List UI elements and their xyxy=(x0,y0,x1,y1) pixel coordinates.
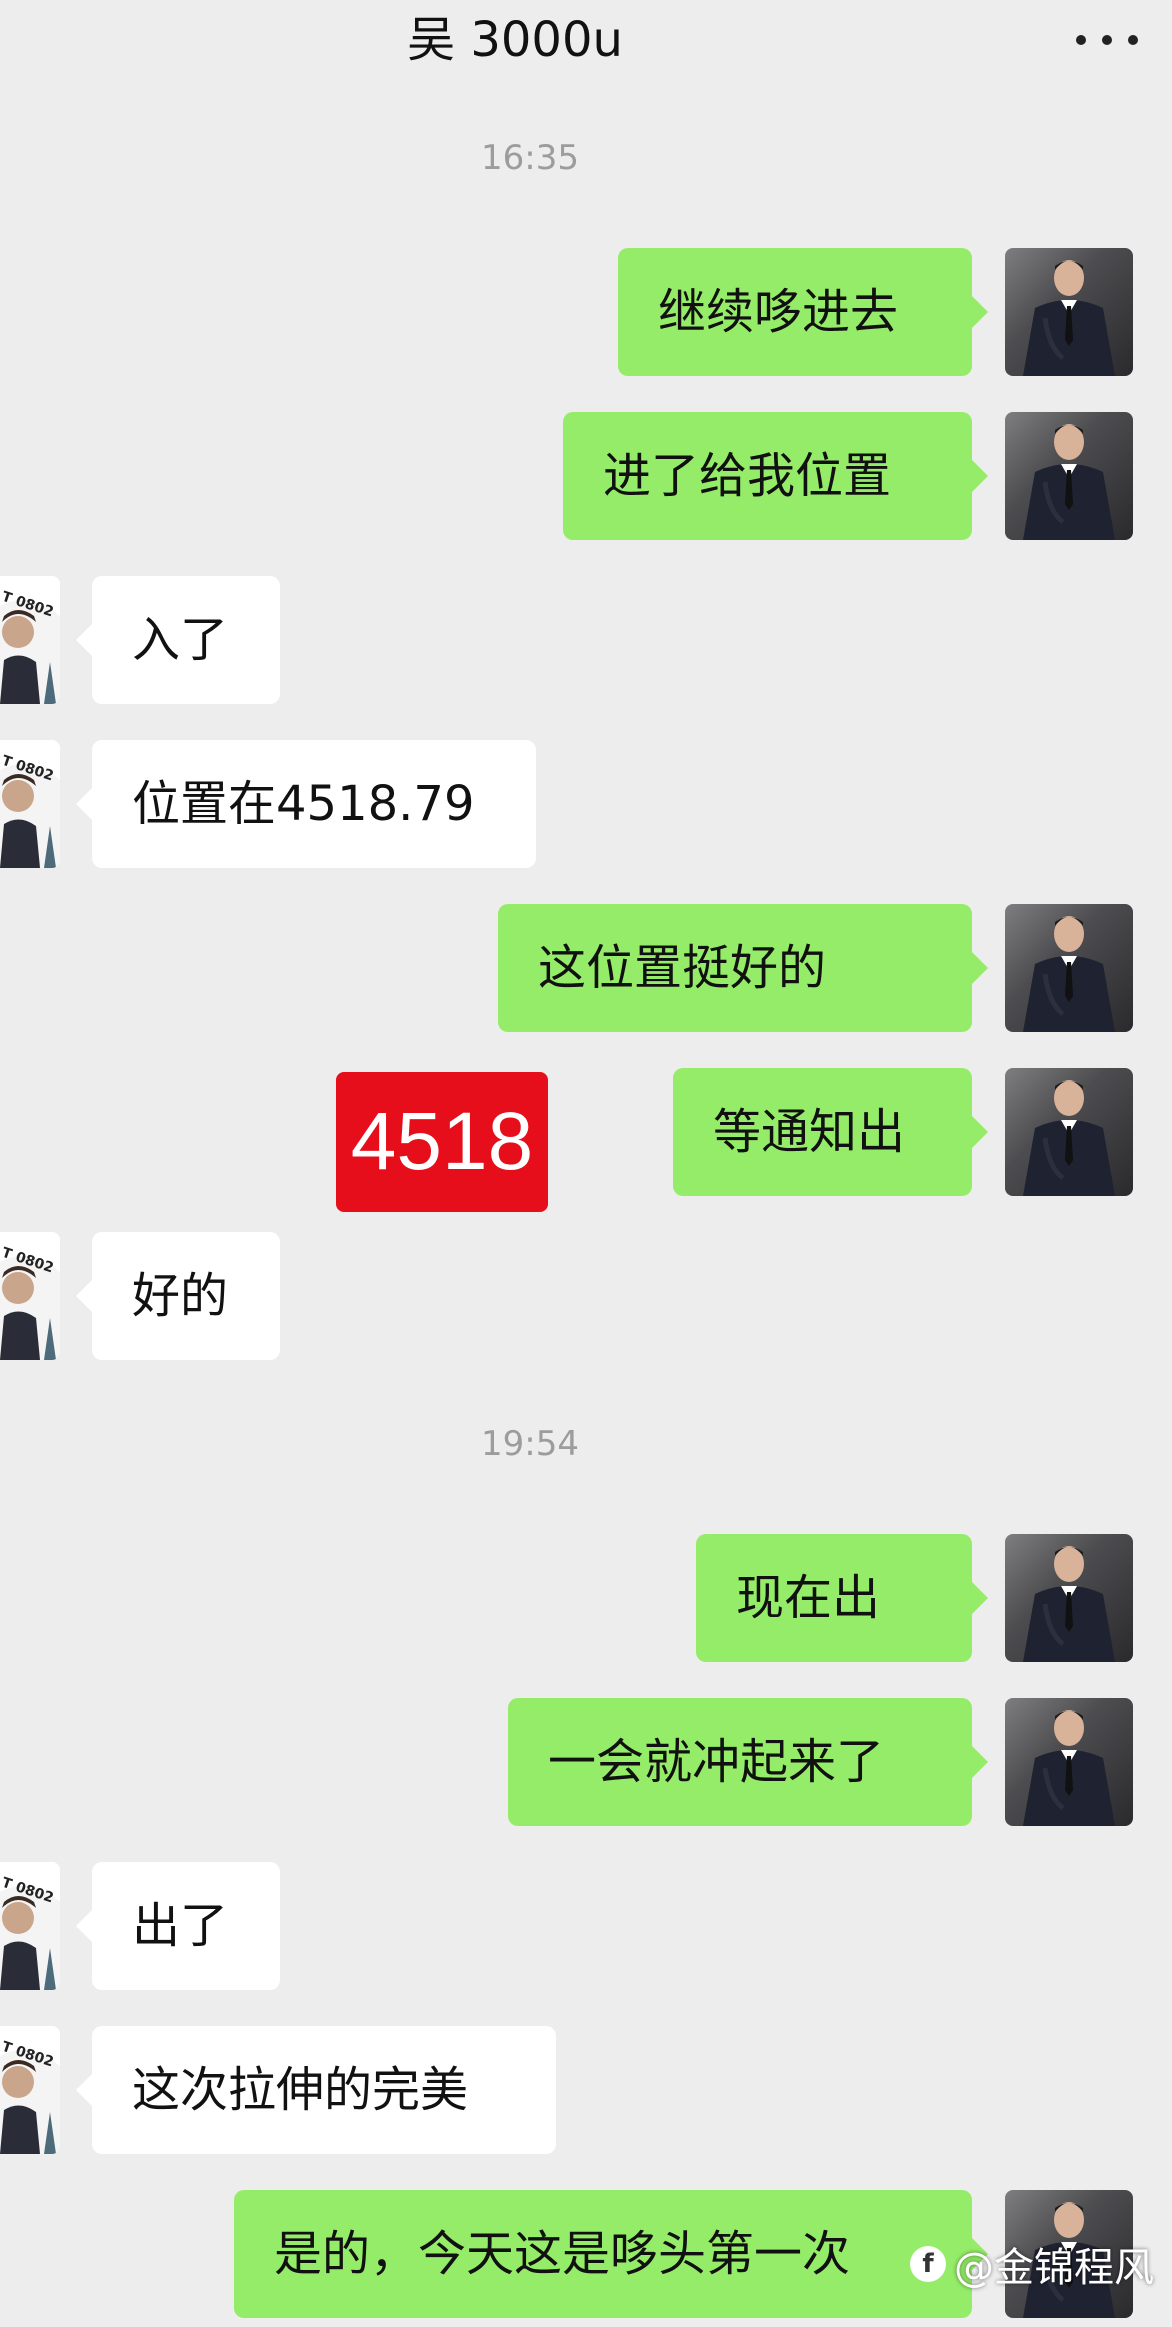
message-bubble-outgoing[interactable]: 是的，今天这是哆头第一次 xyxy=(234,2190,988,2318)
contact-avatar[interactable]: T 0802 xyxy=(0,2026,60,2154)
message-bubble-outgoing[interactable]: 一会就冲起来了 xyxy=(508,1698,988,1826)
contact-photo-icon: T 0802 xyxy=(0,1862,60,1990)
contact-avatar[interactable]: T 0802 xyxy=(0,740,60,868)
message-bubble-incoming[interactable]: 位置在4518.79 xyxy=(76,740,536,868)
message-bubble-incoming[interactable]: 好的 xyxy=(76,1232,280,1360)
message-bubble-outgoing[interactable]: 等通知出 xyxy=(673,1068,988,1196)
my-avatar[interactable] xyxy=(1005,904,1133,1032)
contact-avatar[interactable]: T 0802 xyxy=(0,1862,60,1990)
contact-photo-icon: T 0802 xyxy=(0,1232,60,1360)
price-tag-label: 4518 xyxy=(336,1072,548,1212)
person-in-suit-icon xyxy=(1023,916,1115,1032)
contact-photo-icon: T 0802 xyxy=(0,2026,60,2154)
person-in-suit-icon xyxy=(1023,1710,1115,1826)
message-bubble-incoming[interactable]: 入了 xyxy=(76,576,280,704)
message-list[interactable]: 16:35 继续哆进去 进了给我位置 T 0802 入了 T 0802 位置在4… xyxy=(0,0,1172,2327)
message-bubble-incoming[interactable]: 这次拉伸的完美 xyxy=(76,2026,556,2154)
person-in-suit-icon xyxy=(1023,260,1115,376)
contact-avatar[interactable]: T 0802 xyxy=(0,1232,60,1360)
my-avatar[interactable] xyxy=(1005,1068,1133,1196)
watermark-text: @金锦程风 xyxy=(954,2245,1154,2291)
contact-avatar[interactable]: T 0802 xyxy=(0,576,60,704)
message-bubble-outgoing[interactable]: 这位置挺好的 xyxy=(498,904,988,1032)
my-avatar[interactable] xyxy=(1005,412,1133,540)
message-bubble-outgoing[interactable]: 进了给我位置 xyxy=(563,412,988,540)
my-avatar[interactable] xyxy=(1005,248,1133,376)
social-logo-icon: f xyxy=(910,2246,946,2282)
contact-photo-icon: T 0802 xyxy=(0,576,60,704)
message-bubble-outgoing[interactable]: 继续哆进去 xyxy=(618,248,988,376)
message-bubble-outgoing[interactable]: 现在出 xyxy=(696,1534,988,1662)
timestamp: 19:54 xyxy=(481,1424,579,1464)
message-bubble-incoming[interactable]: 出了 xyxy=(76,1862,280,1990)
my-avatar[interactable] xyxy=(1005,1698,1133,1826)
person-in-suit-icon xyxy=(1023,1546,1115,1662)
contact-photo-icon: T 0802 xyxy=(0,740,60,868)
watermark: f @金锦程风 xyxy=(910,2234,1154,2294)
timestamp: 16:35 xyxy=(481,138,579,178)
my-avatar[interactable] xyxy=(1005,1534,1133,1662)
person-in-suit-icon xyxy=(1023,424,1115,540)
person-in-suit-icon xyxy=(1023,1080,1115,1196)
